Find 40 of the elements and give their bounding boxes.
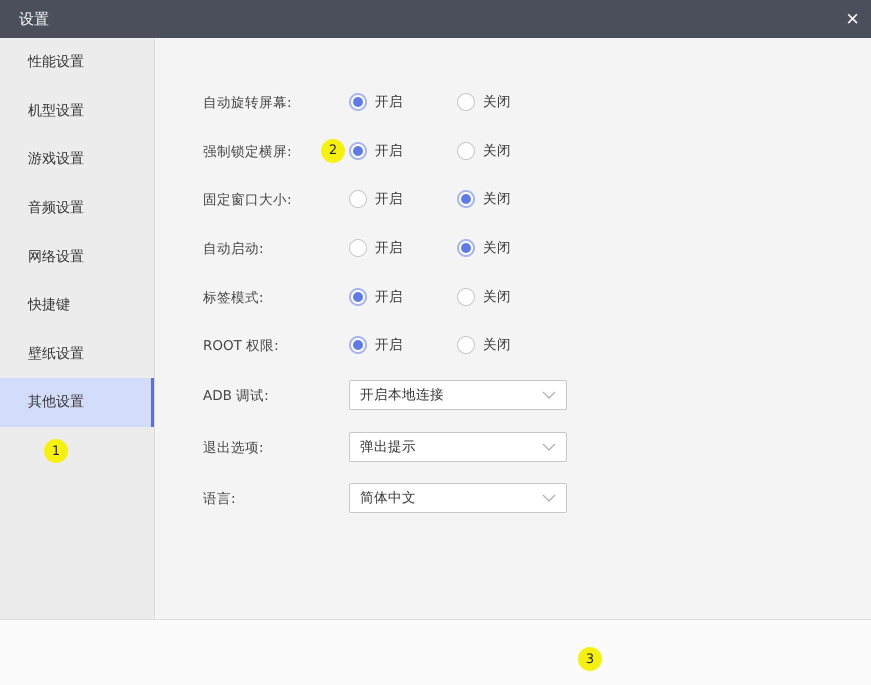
window-title: 设置 bbox=[19, 10, 49, 28]
setting-label: 语言: bbox=[203, 491, 236, 508]
radio-option[interactable]: 开启 bbox=[349, 288, 457, 306]
step-marker: 1 bbox=[44, 439, 68, 463]
setting-label: ADB 调试: bbox=[203, 388, 269, 404]
sidebar-item[interactable]: 壁纸设置 bbox=[0, 330, 154, 378]
sidebar-item[interactable]: 快捷键 bbox=[0, 280, 154, 330]
radio-option[interactable]: 关闭 bbox=[457, 190, 565, 208]
radio-option[interactable]: 开启 bbox=[349, 190, 457, 208]
sidebar-item[interactable]: 网络设置 bbox=[0, 232, 154, 281]
caret-icon bbox=[542, 442, 556, 451]
radio-option[interactable]: 关闭 bbox=[457, 336, 565, 354]
step-marker: 3 bbox=[578, 647, 602, 671]
radio-option[interactable]: 关闭 bbox=[457, 239, 565, 258]
radio-option[interactable]: 开启 bbox=[349, 239, 457, 258]
setting-label: 固定窗口大小: bbox=[203, 192, 292, 208]
setting-label: 自动启动: bbox=[203, 241, 264, 258]
step-marker: 2 bbox=[321, 138, 345, 163]
setting-label: 自动旋转屏幕: bbox=[203, 95, 292, 112]
sidebar-item[interactable]: 机型设置 bbox=[0, 86, 154, 136]
setting-label: 强制锁定横屏: bbox=[203, 144, 292, 160]
sidebar-item[interactable]: 其他设置 bbox=[0, 378, 154, 427]
setting-label: ROOT 权限: bbox=[203, 338, 279, 354]
setting-label: 标签模式: bbox=[203, 290, 264, 306]
sidebar-item[interactable]: 游戏设置 bbox=[0, 135, 154, 184]
caret-icon bbox=[542, 391, 556, 400]
radio-option[interactable]: 关闭 bbox=[457, 93, 565, 112]
sidebar-item[interactable]: 音频设置 bbox=[0, 184, 154, 232]
sidebar-item[interactable]: 性能设置 bbox=[0, 38, 154, 87]
close-button[interactable]: × bbox=[846, 8, 859, 30]
radio-option[interactable]: 关闭 bbox=[457, 142, 565, 160]
caret-icon bbox=[542, 494, 556, 502]
radio-option[interactable]: 开启 bbox=[349, 93, 457, 112]
setting-label: 退出选项: bbox=[203, 440, 264, 456]
dropdown[interactable]: 弹出提示 bbox=[349, 432, 567, 462]
dropdown[interactable]: 开启本地连接 bbox=[349, 380, 567, 410]
dropdown[interactable]: 简体中文 bbox=[349, 483, 567, 514]
radio-option[interactable]: 关闭 bbox=[457, 288, 565, 306]
radio-option[interactable]: 开启 bbox=[349, 336, 457, 354]
radio-option[interactable]: 开启 bbox=[349, 142, 457, 160]
